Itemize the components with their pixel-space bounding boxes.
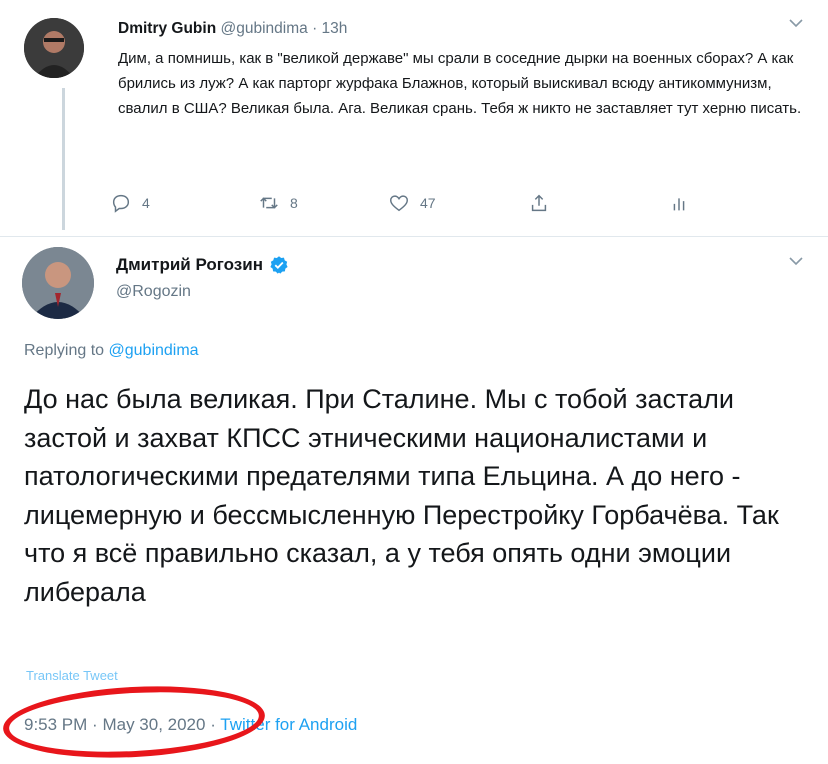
retweet-button[interactable]: 8 — [258, 192, 298, 214]
chevron-down-icon[interactable] — [788, 16, 804, 34]
replying-to-mention-link[interactable]: @gubindima — [109, 342, 199, 359]
parent-tweet-header: Dmitry Gubin @gubindima · 13h — [118, 20, 347, 38]
retweet-icon — [260, 197, 278, 209]
replying-to-line: Replying to @gubindima — [24, 342, 199, 360]
main-author-handle[interactable]: @Rogozin — [116, 283, 191, 301]
translate-tweet-link[interactable]: Translate Tweet — [26, 668, 118, 683]
main-author-name[interactable]: Дмитрий Рогозин — [116, 255, 263, 275]
main-author-name-row: Дмитрий Рогозин — [116, 255, 289, 275]
tweet-thread: Dmitry Gubin @gubindima · 13h Дим, а пом… — [0, 0, 828, 764]
parent-tweet-time[interactable]: 13h — [322, 20, 348, 37]
replying-prefix: Replying to — [24, 342, 105, 359]
share-icon — [531, 194, 547, 212]
main-author-avatar[interactable] — [22, 247, 94, 319]
main-tweet-text: До нас была великая. При Сталине. Мы с т… — [24, 384, 779, 607]
like-count: 47 — [420, 195, 436, 211]
red-highlight-annotation — [1, 680, 267, 764]
avatar-image-icon — [24, 18, 84, 78]
parent-tweet-text: Дим, а помнишь, как в "великой державе" … — [118, 50, 802, 117]
parent-author-handle[interactable]: @gubindima — [220, 20, 307, 37]
thread-connector-line — [62, 88, 65, 230]
reply-count: 4 — [142, 195, 150, 211]
tweet-actions-bar: 4 8 47 — [110, 192, 710, 222]
avatar-image-icon — [22, 247, 94, 319]
verified-badge-icon — [269, 255, 289, 275]
share-button[interactable] — [528, 192, 550, 214]
header-separator: · — [312, 20, 318, 37]
parent-tweet[interactable]: Dmitry Gubin @gubindima · 13h Дим, а пом… — [0, 0, 828, 236]
reply-icon — [112, 194, 130, 213]
like-icon — [390, 195, 408, 212]
reply-button[interactable]: 4 — [110, 192, 150, 214]
like-button[interactable]: 47 — [388, 192, 436, 214]
parent-author-name[interactable]: Dmitry Gubin — [118, 20, 216, 37]
analytics-icon — [673, 198, 685, 211]
analytics-button[interactable] — [668, 192, 690, 214]
parent-author-avatar[interactable] — [24, 18, 84, 78]
retweet-count: 8 — [290, 195, 298, 211]
tweet-divider — [0, 236, 828, 237]
chevron-down-icon[interactable] — [788, 254, 804, 272]
